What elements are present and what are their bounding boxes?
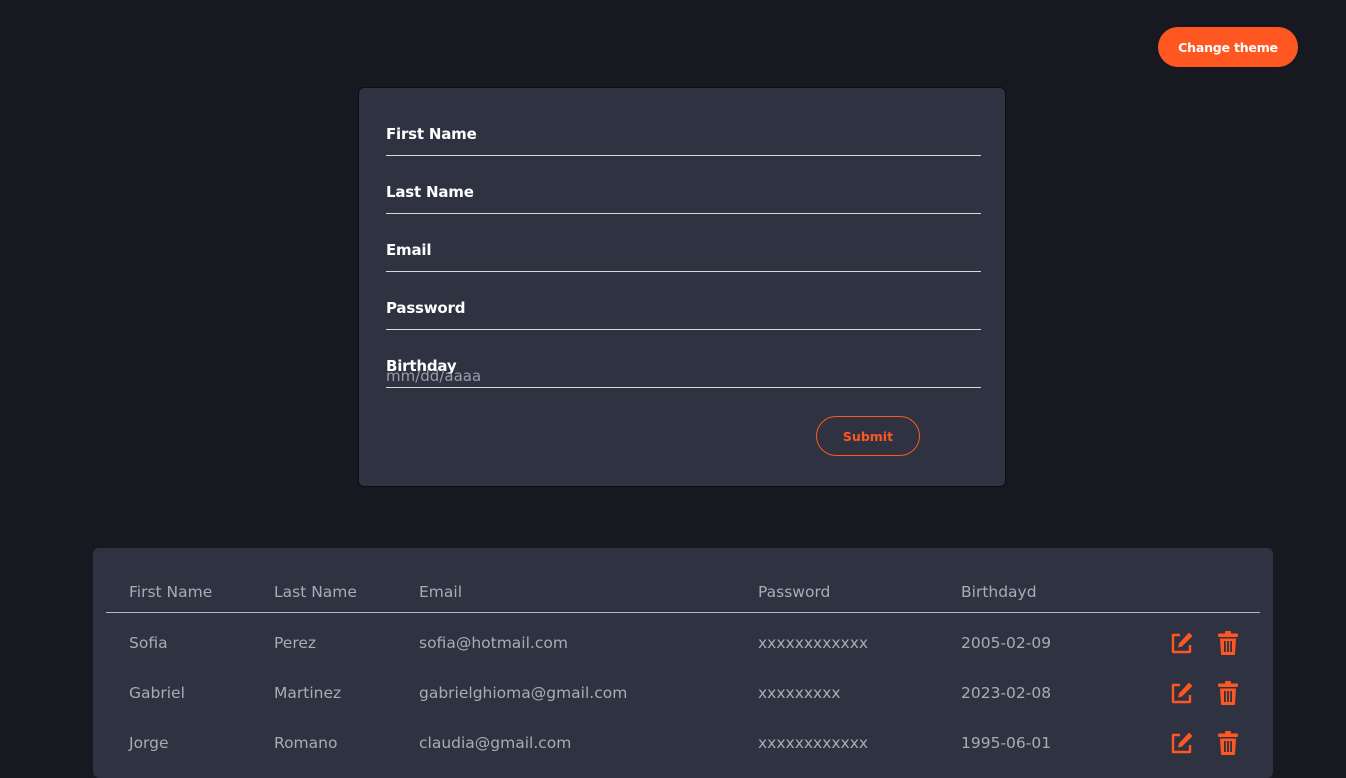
edit-icon[interactable] <box>1169 630 1195 656</box>
email-input[interactable] <box>386 248 981 272</box>
cell-last-name: Martinez <box>274 684 342 702</box>
cell-last-name: Perez <box>274 634 317 652</box>
trash-icon[interactable] <box>1215 630 1241 656</box>
cell-email: gabrielghioma@gmail.com <box>419 684 628 702</box>
column-header-first-name: First Name <box>129 583 213 601</box>
trash-icon[interactable] <box>1215 730 1241 756</box>
first-name-input[interactable] <box>386 132 981 156</box>
column-header-email: Email <box>419 583 463 601</box>
cell-last-name: Romano <box>274 734 338 752</box>
password-input[interactable] <box>386 306 981 330</box>
table-row: Jorge Romano claudia@gmail.com xxxxxxxxx… <box>93 718 1273 768</box>
last-name-input[interactable] <box>386 190 981 214</box>
users-table: First Name Last Name Email Password Birt… <box>93 548 1273 778</box>
first-name-field: First Name <box>386 98 981 156</box>
birthday-field: Birthday <box>386 330 981 388</box>
table-row: Sofia Perez sofia@hotmail.com xxxxxxxxxx… <box>93 618 1273 668</box>
table-row: Gabriel Martinez gabrielghioma@gmail.com… <box>93 668 1273 718</box>
user-form: First Name Last Name Email Password Birt… <box>358 87 1006 487</box>
cell-email: sofia@hotmail.com <box>419 634 568 652</box>
password-field: Password <box>386 272 981 330</box>
cell-first-name: Sofia <box>129 634 168 652</box>
trash-icon[interactable] <box>1215 680 1241 706</box>
column-header-last-name: Last Name <box>274 583 357 601</box>
birthday-input[interactable] <box>386 364 981 388</box>
cell-email: claudia@gmail.com <box>419 734 572 752</box>
cell-birthday: 2023-02-08 <box>961 684 1052 702</box>
cell-birthday: 2005-02-09 <box>961 634 1052 652</box>
cell-password: xxxxxxxxxxxx <box>758 734 869 752</box>
edit-icon[interactable] <box>1169 680 1195 706</box>
cell-first-name: Jorge <box>129 734 169 752</box>
column-header-password: Password <box>758 583 831 601</box>
submit-button[interactable]: Submit <box>816 416 920 456</box>
last-name-field: Last Name <box>386 156 981 214</box>
email-field: Email <box>386 214 981 272</box>
cell-first-name: Gabriel <box>129 684 185 702</box>
cell-password: xxxxxxxxxxxx <box>758 634 869 652</box>
cell-birthday: 1995-06-01 <box>961 734 1052 752</box>
cell-password: xxxxxxxxx <box>758 684 841 702</box>
header-divider <box>106 612 1260 613</box>
edit-icon[interactable] <box>1169 730 1195 756</box>
column-header-birthday: Birthdayd <box>961 583 1037 601</box>
change-theme-button[interactable]: Change theme <box>1158 27 1298 67</box>
